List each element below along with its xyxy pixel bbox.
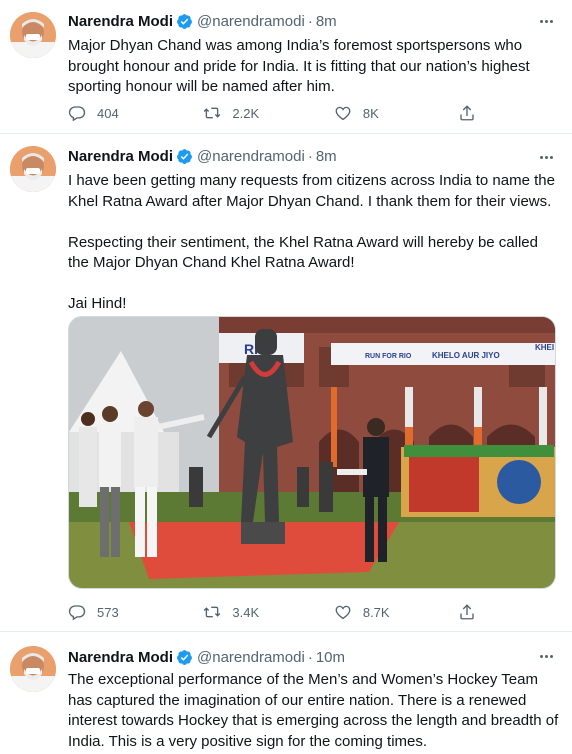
tweet-header: Narendra Modi @narendramodi · 8m bbox=[68, 11, 337, 31]
tweet-actions: 573 3.4K 8.7K bbox=[68, 602, 488, 622]
author-name[interactable]: Narendra Modi bbox=[68, 649, 173, 666]
like-button[interactable]: 8.7K bbox=[334, 603, 459, 621]
retweet-icon bbox=[204, 606, 221, 618]
tweet-text: I have been getting many requests from c… bbox=[68, 172, 555, 312]
separator-dot: · bbox=[307, 648, 313, 666]
author-handle[interactable]: @narendramodi bbox=[197, 649, 305, 666]
more-icon[interactable] bbox=[536, 649, 556, 663]
author-name[interactable]: Narendra Modi bbox=[68, 148, 173, 165]
retweet-button[interactable]: 3.4K bbox=[203, 603, 333, 621]
avatar[interactable] bbox=[10, 146, 56, 192]
share-icon bbox=[460, 604, 475, 620]
avatar[interactable] bbox=[10, 646, 56, 692]
timestamp[interactable]: 10m bbox=[316, 649, 345, 666]
more-icon[interactable] bbox=[536, 150, 556, 164]
author-handle[interactable]: @narendramodi bbox=[197, 148, 305, 165]
statue-ceremony-image: RIO RUN FOR RIO KHELO AUR JIYO KHEI bbox=[69, 317, 555, 588]
banner-left-text: RUN FOR RIO bbox=[365, 353, 412, 360]
reply-icon bbox=[68, 605, 86, 621]
reply-button[interactable]: 404 bbox=[68, 104, 203, 122]
tweet-text: Major Dhyan Chand was among India’s fore… bbox=[68, 37, 530, 95]
retweet-button[interactable]: 2.2K bbox=[203, 104, 333, 122]
timestamp[interactable]: 8m bbox=[316, 148, 337, 165]
verified-icon bbox=[177, 13, 192, 29]
timeline: Narendra Modi @narendramodi · 8m Major D… bbox=[0, 0, 572, 754]
author-name[interactable]: Narendra Modi bbox=[68, 13, 173, 30]
reply-count: 573 bbox=[97, 604, 119, 620]
tweet[interactable]: Narendra Modi @narendramodi · 8m Major D… bbox=[0, 0, 572, 134]
banner-edge-text: KHEI bbox=[535, 343, 554, 352]
separator-dot: · bbox=[307, 147, 313, 165]
separator-dot: · bbox=[307, 12, 313, 30]
avatar[interactable] bbox=[10, 12, 56, 58]
tweet-actions: 404 2.2K 8K bbox=[68, 103, 488, 123]
reply-icon bbox=[68, 106, 86, 122]
share-button[interactable] bbox=[458, 104, 488, 122]
tweet-photo[interactable]: RIO RUN FOR RIO KHELO AUR JIYO KHEI bbox=[68, 316, 556, 589]
retweet-count: 3.4K bbox=[232, 604, 260, 620]
like-icon bbox=[335, 605, 351, 620]
tweet[interactable]: Narendra Modi @narendramodi · 10m The ex… bbox=[0, 632, 572, 754]
tweet[interactable]: Narendra Modi @narendramodi · 8m I have … bbox=[0, 134, 572, 632]
tweet-text: The exceptional performance of the Men’s… bbox=[68, 671, 559, 750]
author-handle[interactable]: @narendramodi bbox=[197, 13, 305, 30]
reply-count: 404 bbox=[97, 105, 119, 121]
banner-right-text: KHELO AUR JIYO bbox=[432, 351, 500, 360]
reply-button[interactable]: 573 bbox=[68, 603, 203, 621]
more-icon[interactable] bbox=[536, 14, 556, 28]
like-button[interactable]: 8K bbox=[334, 104, 459, 122]
like-count: 8.7K bbox=[362, 604, 390, 620]
timestamp[interactable]: 8m bbox=[316, 13, 337, 30]
retweet-icon bbox=[204, 107, 221, 119]
share-button[interactable] bbox=[458, 603, 488, 621]
tweet-header: Narendra Modi @narendramodi · 10m bbox=[68, 647, 345, 667]
verified-icon bbox=[177, 649, 192, 665]
verified-icon bbox=[177, 148, 192, 164]
like-count: 8K bbox=[362, 105, 379, 121]
tweet-header: Narendra Modi @narendramodi · 8m bbox=[68, 146, 337, 166]
like-icon bbox=[335, 106, 351, 121]
retweet-count: 2.2K bbox=[232, 105, 260, 121]
share-icon bbox=[460, 105, 475, 121]
